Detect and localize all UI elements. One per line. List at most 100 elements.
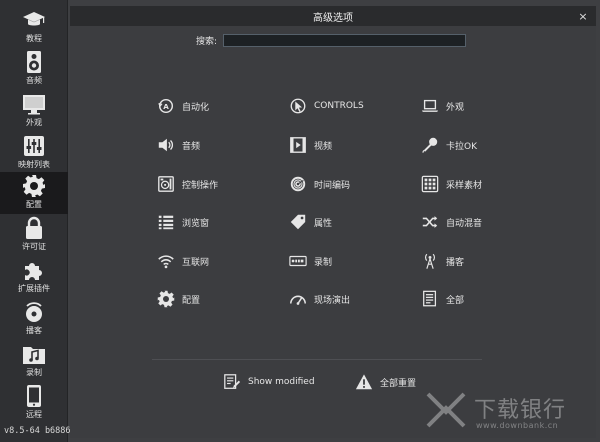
- microphone-icon: [420, 135, 440, 155]
- automation-icon: A: [156, 96, 176, 116]
- sidebar-item-config[interactable]: 配置: [0, 172, 68, 214]
- sidebar-item-license[interactable]: 许可证: [0, 214, 68, 256]
- dialog-title: 高级选项: [313, 12, 353, 24]
- wifi-icon: [156, 251, 176, 271]
- music-folder-icon: [0, 340, 68, 368]
- sidebar-item-mapping-list[interactable]: 映射列表: [0, 132, 68, 174]
- list-icon: [156, 212, 176, 232]
- laptop-icon: [420, 96, 440, 116]
- sidebar-item-appearance[interactable]: 外观: [0, 90, 68, 132]
- search-label: 搜索:: [196, 36, 218, 47]
- option-label: 控制操作: [182, 180, 219, 191]
- grid-icon: [420, 174, 440, 194]
- puzzle-icon: [0, 256, 68, 284]
- sidebar-item-label: 播客: [26, 326, 42, 335]
- tag-icon: [288, 212, 308, 232]
- gear-icon: [0, 172, 68, 200]
- watermark: 下载银行 www.downbank.cn: [424, 388, 594, 436]
- antenna-icon: [420, 251, 440, 271]
- show-modified-label: Show modified: [248, 377, 315, 387]
- divider: [152, 359, 482, 360]
- sidebar: 教程 音频 外观 映射列表 配置 许可证 扩展插件 播客 录制 远程 v8.5-…: [0, 0, 71, 442]
- option-controls[interactable]: CONTROLS: [288, 96, 364, 116]
- sidebar-item-label: 音频: [26, 76, 42, 85]
- advanced-options-panel: 高级选项 × 搜索: A 自动化 音频 控制操作 浏览窗 互联网 配置 CONT…: [70, 6, 596, 438]
- warning-icon: [354, 372, 374, 392]
- svg-text:A: A: [163, 102, 169, 111]
- tablet-icon: [0, 382, 68, 410]
- rec-icon: [288, 251, 308, 271]
- lock-icon: [0, 214, 68, 242]
- sidebar-item-label: 录制: [26, 368, 42, 377]
- option-video[interactable]: 视频: [288, 135, 332, 155]
- sidebar-item-label: 扩展插件: [18, 284, 50, 293]
- option-record[interactable]: 录制: [288, 251, 332, 271]
- search-input[interactable]: [223, 33, 467, 47]
- document-icon: [420, 289, 440, 309]
- watermark-text: 下载银行: [474, 398, 567, 423]
- option-appearance[interactable]: 外观: [420, 96, 464, 116]
- sidebar-item-label: 许可证: [22, 242, 46, 251]
- show-modified-button[interactable]: Show modified: [222, 372, 315, 392]
- option-label: CONTROLS: [314, 101, 364, 111]
- sidebar-item-label: 教程: [26, 34, 42, 43]
- option-audio[interactable]: 音频: [156, 135, 200, 155]
- sidebar-item-label: 远程: [26, 410, 42, 419]
- option-label: 属性: [314, 218, 333, 229]
- reset-all-button[interactable]: 全部重置: [354, 372, 416, 392]
- sidebar-item-label: 映射列表: [18, 160, 50, 169]
- option-karaoke[interactable]: 卡拉OK: [420, 135, 477, 155]
- close-button[interactable]: ×: [576, 9, 590, 23]
- controller-icon: [156, 174, 176, 194]
- option-label: 音频: [182, 141, 201, 152]
- option-label: 视频: [314, 141, 333, 152]
- option-label: 卡拉OK: [446, 141, 477, 152]
- sidebar-item-extensions[interactable]: 扩展插件: [0, 256, 68, 298]
- reset-all-label: 全部重置: [380, 378, 417, 389]
- option-label: 录制: [314, 257, 333, 268]
- disc-icon: [288, 174, 308, 194]
- option-label: 配置: [182, 295, 201, 306]
- option-label: 自动混音: [446, 218, 483, 229]
- option-label: 自动化: [182, 102, 210, 113]
- option-all[interactable]: 全部: [420, 289, 464, 309]
- option-label: 采样素材: [446, 180, 483, 191]
- option-label: 浏览窗: [182, 218, 210, 229]
- option-automix[interactable]: 自动混音: [420, 212, 482, 232]
- sidebar-item-tutorial[interactable]: 教程: [0, 6, 68, 48]
- version-label: v8.5-64 b6886: [4, 426, 71, 436]
- option-properties[interactable]: 属性: [288, 212, 332, 232]
- gear-icon: [156, 289, 176, 309]
- shuffle-icon: [420, 212, 440, 232]
- watermark-logo-icon: [426, 392, 466, 428]
- sidebar-item-podcast[interactable]: 播客: [0, 298, 68, 340]
- option-podcast[interactable]: 播客: [420, 251, 464, 271]
- watermark-url: www.downbank.cn: [476, 421, 559, 430]
- speaker-icon: [0, 48, 68, 76]
- option-automation[interactable]: A 自动化: [156, 96, 209, 116]
- sliders-icon: [0, 132, 68, 160]
- sidebar-item-audio[interactable]: 音频: [0, 48, 68, 90]
- volume-icon: [156, 135, 176, 155]
- option-browser[interactable]: 浏览窗: [156, 212, 209, 232]
- sidebar-item-label: 外观: [26, 118, 42, 127]
- edit-document-icon: [222, 372, 242, 392]
- cursor-icon: [288, 96, 308, 116]
- option-label: 时间编码: [314, 180, 351, 191]
- sidebar-item-label: 配置: [26, 200, 42, 209]
- sidebar-item-remote[interactable]: 远程: [0, 382, 68, 424]
- option-timecode[interactable]: 时间编码: [288, 174, 350, 194]
- option-label: 外观: [446, 102, 465, 113]
- option-samples[interactable]: 采样素材: [420, 174, 482, 194]
- broadcast-icon: [0, 298, 68, 326]
- film-icon: [288, 135, 308, 155]
- option-internet[interactable]: 互联网: [156, 251, 209, 271]
- sidebar-item-record[interactable]: 录制: [0, 340, 68, 382]
- dialog-titlebar: 高级选项 ×: [70, 6, 596, 26]
- option-label: 现场演出: [314, 295, 351, 306]
- option-label: 互联网: [182, 257, 210, 268]
- option-live-performance[interactable]: 现场演出: [288, 289, 350, 309]
- option-label: 播客: [446, 257, 465, 268]
- option-config[interactable]: 配置: [156, 289, 200, 309]
- option-controller[interactable]: 控制操作: [156, 174, 218, 194]
